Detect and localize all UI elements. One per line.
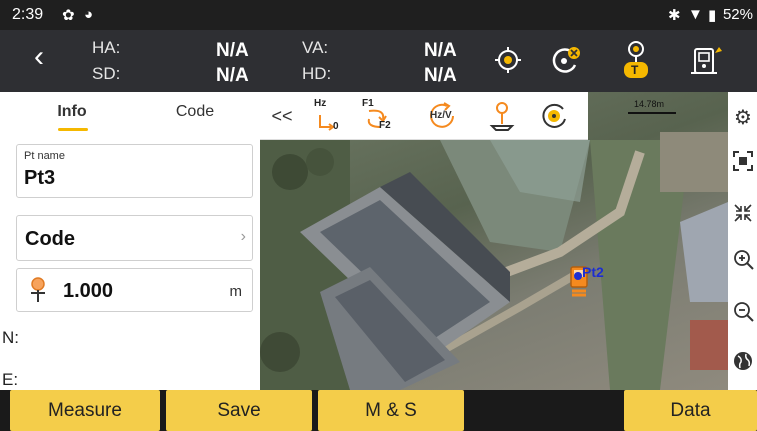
total-station-icon bbox=[691, 47, 722, 74]
sd-value: N/A bbox=[216, 65, 249, 86]
save-button[interactable]: Save bbox=[166, 390, 312, 431]
back-button[interactable]: ‹ bbox=[34, 42, 44, 72]
battery-percentage: 52% bbox=[722, 6, 753, 23]
zoom-out-icon bbox=[734, 302, 754, 322]
prism-height-icon bbox=[27, 277, 49, 308]
tab-code[interactable]: Code bbox=[140, 92, 250, 132]
hd-value: N/A bbox=[424, 65, 457, 86]
active-tab-indicator bbox=[58, 128, 88, 131]
hz-zero-label: 0 bbox=[333, 121, 339, 132]
laser-pointer-button[interactable] bbox=[534, 96, 574, 136]
globe-icon bbox=[734, 352, 752, 370]
gear-icon: ⚙ bbox=[734, 106, 752, 129]
point-dot bbox=[574, 272, 582, 280]
status-bar: 2:39 ✿ ◕ ✱ ▼ ▮ 52% bbox=[0, 0, 757, 30]
status-time: 2:39 bbox=[12, 6, 44, 23]
measure-button[interactable]: Measure bbox=[10, 390, 160, 431]
crosshair-prism-icon bbox=[495, 47, 521, 73]
hd-label: HD: bbox=[302, 64, 332, 83]
f1-label: F1 bbox=[362, 98, 374, 109]
code-value: Code bbox=[25, 228, 75, 250]
laser-off-button[interactable] bbox=[544, 38, 588, 82]
face-switch-button[interactable]: F1 F2 bbox=[356, 96, 396, 136]
battery-icon: ▮ bbox=[708, 7, 717, 24]
northing-label: N: bbox=[2, 328, 19, 347]
collapse-arrows-icon bbox=[734, 204, 752, 222]
target-type-button[interactable]: T bbox=[614, 38, 658, 82]
sd-label: SD: bbox=[92, 64, 121, 83]
instrument-button[interactable] bbox=[684, 38, 728, 82]
sync-icon: ◕ bbox=[84, 6, 94, 23]
hzv-label: Hz/V bbox=[430, 110, 452, 121]
measurement-header: ‹ HA: N/A VA: N/A SD: N/A HD: N/A T bbox=[0, 30, 757, 92]
zoom-out-button[interactable] bbox=[730, 298, 756, 324]
data-button[interactable]: Data bbox=[624, 390, 757, 431]
hz-label: Hz bbox=[314, 98, 327, 109]
zoom-in-icon bbox=[734, 250, 754, 270]
map-scale-bar: 14.78m bbox=[628, 99, 676, 115]
map-toolbar: << Hz 0 F1 F2 Hz/V bbox=[260, 92, 588, 140]
va-label: VA: bbox=[302, 38, 329, 57]
target-height-unit: m bbox=[229, 283, 243, 300]
laser-pointer-icon bbox=[542, 103, 566, 128]
map-layer-button[interactable] bbox=[730, 348, 756, 374]
bottom-action-bar: Measure Save M & S Data bbox=[0, 390, 757, 431]
prism-target-button[interactable] bbox=[486, 38, 530, 82]
code-selector[interactable]: Code › bbox=[16, 215, 253, 261]
collapse-panel-button[interactable]: << bbox=[262, 96, 302, 136]
point-label-pt2: Pt2 bbox=[582, 264, 604, 280]
stakeout-button[interactable] bbox=[482, 96, 522, 136]
va-value: N/A bbox=[424, 40, 457, 61]
center-station-button[interactable] bbox=[730, 200, 756, 226]
person-location-icon bbox=[489, 102, 515, 131]
map-tools-column: ⚙ bbox=[728, 92, 757, 390]
wifi-icon: ▼ bbox=[688, 6, 703, 23]
bluetooth-icon: ✱ bbox=[668, 7, 681, 24]
gear-icon: ✿ bbox=[62, 7, 75, 24]
scale-line bbox=[628, 112, 676, 114]
target-badge-label: T bbox=[631, 63, 639, 77]
point-info-panel: Info Code Pt name Pt3 Code › 1.000 m N: … bbox=[0, 92, 260, 390]
point-name-field[interactable]: Pt name Pt3 bbox=[16, 144, 253, 198]
fit-view-button[interactable] bbox=[730, 148, 756, 174]
map-settings-button[interactable]: ⚙ bbox=[730, 104, 756, 130]
f2-label: F2 bbox=[379, 120, 391, 131]
target-height-field[interactable]: 1.000 m bbox=[16, 268, 253, 312]
measure-and-save-button[interactable]: M & S bbox=[318, 390, 464, 431]
point-name-label: Pt name bbox=[24, 150, 65, 162]
easting-label: E: bbox=[2, 370, 19, 389]
full-extent-icon bbox=[733, 151, 753, 171]
ha-value: N/A bbox=[216, 40, 249, 61]
chevron-right-icon: › bbox=[240, 228, 246, 245]
point-name-value: Pt3 bbox=[24, 167, 56, 189]
laser-off-icon bbox=[552, 47, 580, 73]
hz-zero-button[interactable]: Hz 0 bbox=[306, 96, 346, 136]
zoom-in-button[interactable] bbox=[730, 246, 756, 272]
scale-label: 14.78m bbox=[634, 99, 665, 109]
tab-info[interactable]: Info bbox=[20, 92, 124, 132]
hz-v-rotate-button[interactable]: Hz/V bbox=[422, 96, 462, 136]
ha-label: HA: bbox=[92, 38, 121, 57]
target-height-value: 1.000 bbox=[63, 280, 114, 302]
